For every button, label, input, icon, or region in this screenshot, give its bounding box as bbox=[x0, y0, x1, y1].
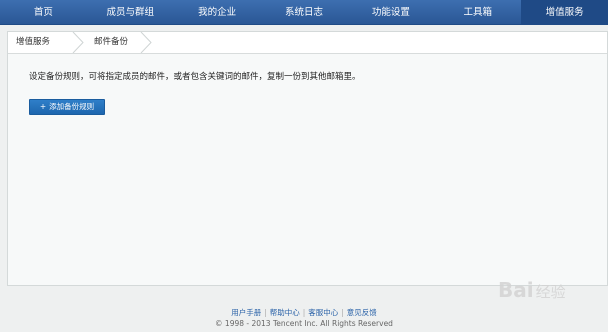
nav-item-value-added-services[interactable]: 增值服务 bbox=[521, 0, 608, 24]
nav-item-home[interactable]: 首页 bbox=[0, 0, 87, 24]
footer-link-feedback[interactable]: 意见反馈 bbox=[347, 308, 377, 317]
watermark-text: Bai bbox=[498, 278, 534, 302]
footer-separator: | bbox=[302, 308, 306, 317]
add-backup-rule-label: 添加备份规则 bbox=[49, 102, 95, 111]
content-panel: 增值服务 邮件备份 设定备份规则，可将指定成员的邮件，或者包含关键词的邮件，复制… bbox=[7, 31, 608, 286]
chevron-right-icon bbox=[72, 32, 84, 53]
footer-separator: | bbox=[341, 308, 344, 317]
nav-item-members-groups[interactable]: 成员与群组 bbox=[87, 0, 174, 24]
nav-item-toolbox[interactable]: 工具箱 bbox=[434, 0, 521, 24]
footer-separator: | bbox=[264, 308, 267, 317]
watermark-text-cn: 经验 bbox=[535, 283, 566, 301]
breadcrumb-item-value-added[interactable]: 增值服务 bbox=[16, 32, 50, 53]
plus-icon: + bbox=[39, 102, 47, 111]
footer-link-help-center[interactable]: 帮助中心 bbox=[270, 308, 300, 317]
breadcrumb-item-mail-backup: 邮件备份 bbox=[94, 37, 129, 47]
breadcrumb: 增值服务 邮件备份 bbox=[8, 32, 607, 54]
baidu-jingyan-watermark: Bai 经验 bbox=[498, 278, 566, 302]
footer-link-customer-service[interactable]: 客服中心 bbox=[308, 308, 338, 317]
top-navigation: 首页 成员与群组 我的企业 系统日志 功能设置 工具箱 增值服务 bbox=[0, 0, 608, 25]
footer-link-user-manual[interactable]: 用户手册 bbox=[231, 308, 261, 317]
nav-item-my-enterprise[interactable]: 我的企业 bbox=[174, 0, 261, 24]
nav-item-feature-settings[interactable]: 功能设置 bbox=[347, 0, 434, 24]
chevron-right-icon bbox=[140, 32, 152, 53]
footer-links: 用户手册 | 帮助中心 | 客服中心 | 意见反馈 bbox=[0, 307, 608, 318]
add-backup-rule-button[interactable]: + 添加备份规则 bbox=[29, 99, 105, 115]
nav-item-system-log[interactable]: 系统日志 bbox=[261, 0, 348, 24]
copyright: © 1998 - 2013 Tencent Inc. All Rights Re… bbox=[215, 319, 393, 328]
page-description: 设定备份规则，可将指定成员的邮件，或者包含关键词的邮件，复制一份到其他邮箱里。 bbox=[29, 72, 361, 82]
